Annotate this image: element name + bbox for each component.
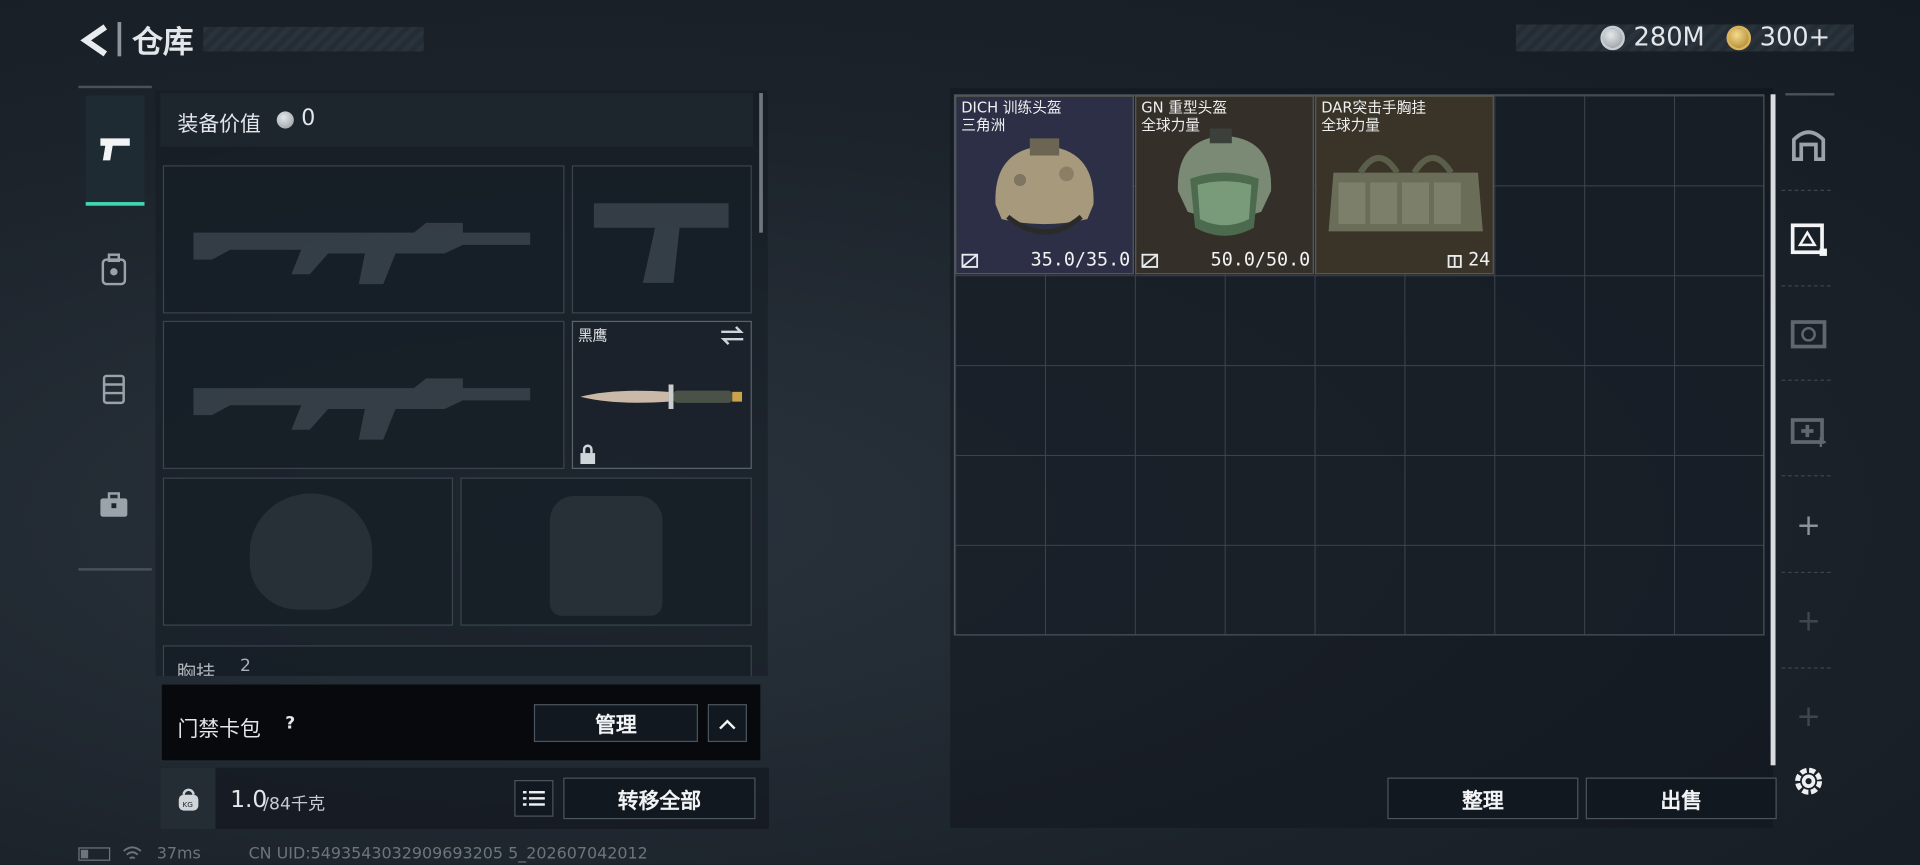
weight-icon-box: KG xyxy=(160,767,216,829)
item-name: DAR突击手胸挂 xyxy=(1321,99,1427,117)
gold-coin-icon xyxy=(1726,25,1752,51)
lock-icon xyxy=(579,444,596,465)
tab-separator xyxy=(1781,571,1831,574)
equipment-value: 0 xyxy=(301,105,316,132)
loadout-scrollbar[interactable] xyxy=(759,93,763,233)
heavy-helmet-image xyxy=(1177,128,1272,236)
ping-text: 37ms xyxy=(156,844,201,864)
helmet-image xyxy=(995,138,1094,235)
item-gn-heavy-helmet[interactable]: GN 重型头盔 全球力量 50.0/50.0 xyxy=(1135,95,1314,275)
collapse-button[interactable] xyxy=(707,704,747,743)
item-dich-helmet[interactable]: DICH 训练头盔 三角洲 35.0/35.0 xyxy=(955,95,1134,275)
helmet-silhouette-icon xyxy=(249,493,373,610)
tab-vest[interactable] xyxy=(96,370,133,407)
silver-coin-icon xyxy=(1600,25,1625,51)
weight-capacity: /84千克 xyxy=(263,794,326,815)
right-tab-bracket xyxy=(1785,93,1835,96)
tab-weapons[interactable] xyxy=(85,95,145,206)
tab-separator xyxy=(1781,379,1831,381)
knife-icon xyxy=(580,384,743,409)
item-capacity: 24 xyxy=(1468,248,1491,271)
pistol-slot[interactable] xyxy=(571,165,752,314)
tab-case[interactable] xyxy=(96,487,133,524)
tab-separator xyxy=(1781,667,1831,669)
item-durability: 35.0/35.0 xyxy=(1030,248,1131,271)
battery-icon xyxy=(78,847,111,861)
storage-scrollbar[interactable] xyxy=(1770,94,1776,766)
silver-currency-amount: 280M xyxy=(1633,22,1705,52)
chest-rig-icon xyxy=(102,374,125,405)
chest-rig-image xyxy=(1328,154,1483,232)
equipment-value-label: 装备价值 xyxy=(177,112,261,138)
keycard-label: 门禁卡包 xyxy=(177,717,261,743)
manage-button[interactable]: 管理 xyxy=(533,704,698,743)
toolbox-icon xyxy=(100,492,128,517)
tab-separator xyxy=(1781,285,1831,287)
tab-backpack[interactable] xyxy=(96,251,133,288)
chest-rig-count: 2 xyxy=(240,656,251,676)
add-storage-tab-1[interactable]: + xyxy=(1788,504,1830,546)
item-name: GN 重型头盔 xyxy=(1141,99,1228,117)
tab-separator xyxy=(1781,475,1831,477)
sell-button[interactable]: 出售 xyxy=(1585,777,1777,820)
loadout-panel: 装备价值 0 黑鹰 胸挂 2 xyxy=(155,90,768,676)
left-tab-bracket-top xyxy=(78,85,152,89)
weight-current: 1.0 xyxy=(230,786,268,814)
item-name: DICH 训练头盔 xyxy=(961,99,1062,117)
backpack-icon xyxy=(101,253,127,286)
pistol-silhouette-icon xyxy=(593,203,729,283)
svg-text:KG: KG xyxy=(182,800,193,809)
primary-weapon-slot[interactable] xyxy=(162,165,565,314)
back-button[interactable] xyxy=(78,22,115,59)
title-divider xyxy=(117,22,122,57)
secondary-weapon-slot[interactable] xyxy=(162,320,565,469)
title-stripe-decoration xyxy=(203,26,424,52)
tab-separator xyxy=(1781,189,1831,192)
armor-slot[interactable] xyxy=(460,477,752,626)
rifle-silhouette-icon xyxy=(193,378,531,440)
help-icon[interactable]: ? xyxy=(277,710,304,737)
pistol-icon xyxy=(100,137,130,160)
storage-box-icon xyxy=(1790,223,1827,256)
garage-icon xyxy=(1792,130,1826,162)
settings-gear-icon[interactable] xyxy=(1788,760,1830,802)
item-source: 全球力量 xyxy=(1321,116,1381,134)
list-view-button[interactable] xyxy=(514,780,554,817)
tab-storage-locked-1[interactable] xyxy=(1788,312,1830,354)
medical-case-icon xyxy=(1790,418,1826,447)
melee-name: 黑鹰 xyxy=(577,326,608,345)
armor-silhouette-icon xyxy=(549,495,663,616)
chest-rig-label: 胸挂 xyxy=(176,661,216,676)
add-storage-tab-3[interactable]: + xyxy=(1788,696,1830,738)
wifi-icon xyxy=(122,844,142,861)
chevron-up-icon xyxy=(719,718,736,729)
helmet-slot[interactable] xyxy=(162,477,454,626)
capacity-icon xyxy=(1447,255,1462,268)
tab-storage-locked-2[interactable] xyxy=(1788,408,1830,450)
add-storage-tab-2[interactable]: + xyxy=(1788,600,1830,642)
gold-currency-amount: 300+ xyxy=(1759,22,1831,52)
melee-slot[interactable]: 黑鹰 xyxy=(571,320,752,469)
uid-text: CN UID:5493543032909693205 5_20260704201… xyxy=(248,844,648,864)
item-dar-chest-rig[interactable]: DAR突击手胸挂 全球力量 24 xyxy=(1315,95,1494,275)
durability-icon xyxy=(961,253,979,268)
organize-button[interactable]: 整理 xyxy=(1387,777,1579,820)
page-title: 仓库 xyxy=(132,24,194,60)
storage-locked-icon xyxy=(1790,320,1827,349)
kettlebell-icon: KG xyxy=(178,788,198,811)
item-durability: 50.0/50.0 xyxy=(1210,248,1311,271)
rifle-silhouette-icon xyxy=(193,222,531,285)
left-tab-bracket-bottom xyxy=(78,568,152,571)
tab-storage-main[interactable] xyxy=(1788,122,1830,164)
silver-coin-icon xyxy=(276,111,294,129)
chest-rig-section-header: 胸挂 2 xyxy=(162,645,752,676)
swap-icon[interactable] xyxy=(719,324,746,346)
durability-icon xyxy=(1141,253,1159,268)
transfer-all-button[interactable]: 转移全部 xyxy=(563,777,756,820)
list-icon xyxy=(522,791,545,806)
tab-storage-expansion[interactable] xyxy=(1788,218,1830,260)
